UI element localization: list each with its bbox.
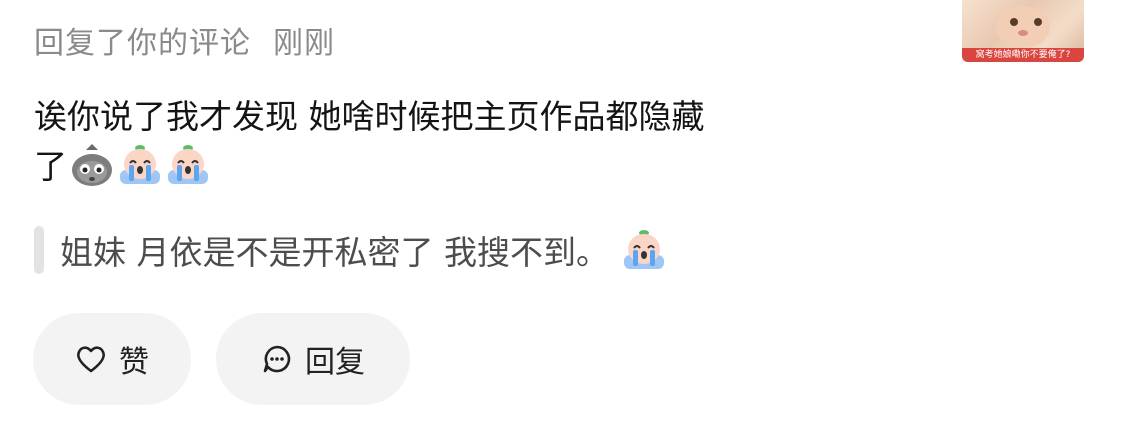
crying-peach-emoji bbox=[120, 145, 160, 184]
crying-peach-emoji bbox=[168, 145, 208, 184]
crying-peach-emoji bbox=[623, 230, 664, 269]
quoted-comment: 姐妹 月依是不是开私密了 我搜不到。 bbox=[34, 224, 667, 276]
stone-face-emoji bbox=[72, 144, 112, 186]
thumbnail-caption: 窝考她娘嘞你不要俺了? bbox=[962, 48, 1084, 62]
quoted-text: 姐妹 月依是不是开私密了 我搜不到。 bbox=[60, 233, 609, 272]
heart-icon bbox=[77, 346, 105, 373]
like-button[interactable]: 赞 bbox=[33, 313, 191, 405]
notification-action-text: 回复了你的评论 bbox=[34, 26, 251, 61]
notification-header: 回复了你的评论 刚刚 bbox=[34, 18, 335, 62]
video-thumbnail[interactable]: 窝考她娘嘞你不要俺了? bbox=[962, 0, 1084, 62]
comment-line-2: 了 bbox=[34, 147, 67, 186]
comment-line-1: 诶你说了我才发现 她啥时候把主页作品都隐藏 bbox=[34, 97, 705, 136]
reply-button[interactable]: 回复 bbox=[216, 313, 410, 405]
comment-text: 诶你说了我才发现 她啥时候把主页作品都隐藏 了 bbox=[34, 92, 894, 192]
quote-bar bbox=[34, 226, 44, 274]
notification-time: 刚刚 bbox=[273, 26, 335, 61]
like-label: 赞 bbox=[119, 345, 149, 380]
reply-label: 回复 bbox=[305, 345, 365, 380]
comment-bubble-icon bbox=[263, 345, 291, 373]
hamster-face bbox=[996, 6, 1050, 48]
